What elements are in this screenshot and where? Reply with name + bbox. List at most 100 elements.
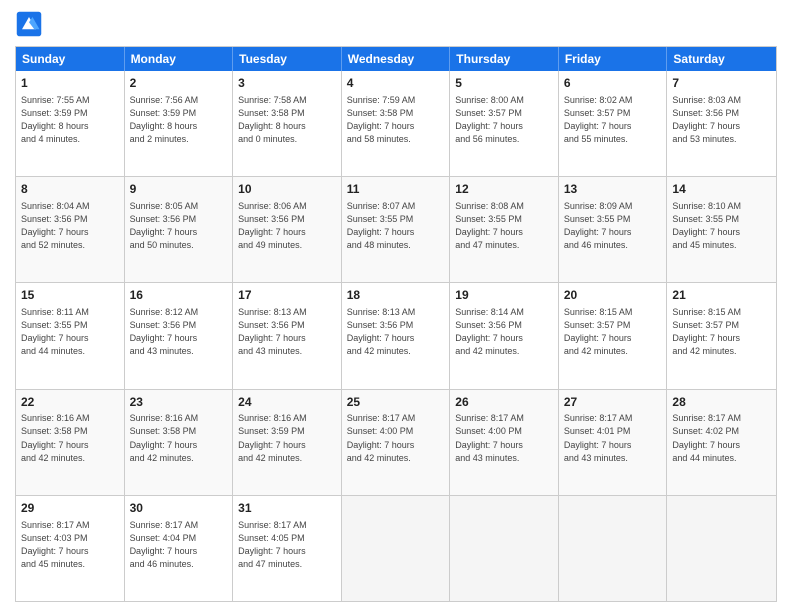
day-number: 23 [130, 394, 228, 411]
day-number: 2 [130, 75, 228, 92]
day-number: 29 [21, 500, 119, 517]
day-number: 25 [347, 394, 445, 411]
calendar-cell: 12 Sunrise: 8:08 AMSunset: 3:55 PMDayligh… [450, 177, 559, 282]
day-number: 18 [347, 287, 445, 304]
calendar-cell [667, 496, 776, 601]
calendar-cell: 22Sunrise: 8:16 AMSunset: 3:58 PMDayligh… [16, 390, 125, 495]
day-number: 17 [238, 287, 336, 304]
day-info: Sunrise: 8:16 AMSunset: 3:59 PMDaylight:… [238, 412, 336, 464]
day-info: Sunrise: 8:04 AMSunset: 3:56 PMDaylight:… [21, 200, 119, 252]
calendar-row-1: 1 Sunrise: 7:55 AMSunset: 3:59 PMDaylight… [16, 71, 776, 176]
day-info: Sunrise: 8:17 AMSunset: 4:02 PMDaylight:… [672, 412, 771, 464]
day-info: Sunrise: 8:08 AMSunset: 3:55 PMDaylight:… [455, 200, 553, 252]
calendar-cell: 3Sunrise: 7:58 AMSunset: 3:58 PMDaylight… [233, 71, 342, 176]
day-number: 28 [672, 394, 771, 411]
calendar: SundayMondayTuesdayWednesdayThursdayFrid… [15, 46, 777, 602]
day-number: 19 [455, 287, 553, 304]
day-info: Sunrise: 8:03 AMSunset: 3:56 PMDaylight:… [672, 94, 771, 146]
day-number: 8 [21, 181, 119, 198]
header [15, 10, 777, 38]
calendar-cell: 17Sunrise: 8:13 AMSunset: 3:56 PMDayligh… [233, 283, 342, 388]
calendar-cell: 30 Sunrise: 8:17 AMSunset: 4:04 PMDayligh… [125, 496, 234, 601]
header-day-wednesday: Wednesday [342, 47, 451, 71]
day-number: 31 [238, 500, 336, 517]
day-info: Sunrise: 7:55 AMSunset: 3:59 PMDaylight:… [21, 94, 119, 146]
header-day-friday: Friday [559, 47, 668, 71]
day-info: Sunrise: 8:17 AMSunset: 4:00 PMDaylight:… [347, 412, 445, 464]
header-day-sunday: Sunday [16, 47, 125, 71]
calendar-cell: 9 Sunrise: 8:05 AMSunset: 3:56 PMDaylight… [125, 177, 234, 282]
day-info: Sunrise: 8:15 AMSunset: 3:57 PMDaylight:… [564, 306, 662, 358]
calendar-cell: 27Sunrise: 8:17 AMSunset: 4:01 PMDayligh… [559, 390, 668, 495]
day-info: Sunrise: 8:15 AMSunset: 3:57 PMDaylight:… [672, 306, 771, 358]
day-number: 6 [564, 75, 662, 92]
day-info: Sunrise: 8:02 AMSunset: 3:57 PMDaylight:… [564, 94, 662, 146]
calendar-cell: 25Sunrise: 8:17 AMSunset: 4:00 PMDayligh… [342, 390, 451, 495]
day-number: 24 [238, 394, 336, 411]
calendar-cell: 1 Sunrise: 7:55 AMSunset: 3:59 PMDaylight… [16, 71, 125, 176]
logo [15, 10, 47, 38]
calendar-cell: 6 Sunrise: 8:02 AMSunset: 3:57 PMDaylight… [559, 71, 668, 176]
day-info: Sunrise: 8:14 AMSunset: 3:56 PMDaylight:… [455, 306, 553, 358]
day-number: 22 [21, 394, 119, 411]
calendar-cell: 7 Sunrise: 8:03 AMSunset: 3:56 PMDaylight… [667, 71, 776, 176]
calendar-row-3: 15 Sunrise: 8:11 AMSunset: 3:55 PMDayligh… [16, 282, 776, 388]
day-number: 30 [130, 500, 228, 517]
calendar-cell: 19 Sunrise: 8:14 AMSunset: 3:56 PMDayligh… [450, 283, 559, 388]
day-number: 11 [347, 181, 445, 198]
logo-icon [15, 10, 43, 38]
calendar-body: 1 Sunrise: 7:55 AMSunset: 3:59 PMDaylight… [16, 71, 776, 601]
calendar-cell [559, 496, 668, 601]
day-info: Sunrise: 8:06 AMSunset: 3:56 PMDaylight:… [238, 200, 336, 252]
day-number: 1 [21, 75, 119, 92]
calendar-header: SundayMondayTuesdayWednesdayThursdayFrid… [16, 47, 776, 71]
calendar-cell: 29 Sunrise: 8:17 AMSunset: 4:03 PMDayligh… [16, 496, 125, 601]
header-day-thursday: Thursday [450, 47, 559, 71]
day-number: 9 [130, 181, 228, 198]
calendar-cell: 16Sunrise: 8:12 AMSunset: 3:56 PMDayligh… [125, 283, 234, 388]
day-number: 26 [455, 394, 553, 411]
calendar-cell: 2 Sunrise: 7:56 AMSunset: 3:59 PMDaylight… [125, 71, 234, 176]
calendar-cell: 15 Sunrise: 8:11 AMSunset: 3:55 PMDayligh… [16, 283, 125, 388]
calendar-cell: 21 Sunrise: 8:15 AMSunset: 3:57 PMDayligh… [667, 283, 776, 388]
calendar-cell: 20Sunrise: 8:15 AMSunset: 3:57 PMDayligh… [559, 283, 668, 388]
day-number: 21 [672, 287, 771, 304]
header-day-saturday: Saturday [667, 47, 776, 71]
day-number: 15 [21, 287, 119, 304]
calendar-cell: 14 Sunrise: 8:10 AMSunset: 3:55 PMDayligh… [667, 177, 776, 282]
day-info: Sunrise: 8:10 AMSunset: 3:55 PMDaylight:… [672, 200, 771, 252]
calendar-cell: 10 Sunrise: 8:06 AMSunset: 3:56 PMDayligh… [233, 177, 342, 282]
day-info: Sunrise: 8:17 AMSunset: 4:03 PMDaylight:… [21, 519, 119, 571]
calendar-cell: 18Sunrise: 8:13 AMSunset: 3:56 PMDayligh… [342, 283, 451, 388]
day-info: Sunrise: 8:12 AMSunset: 3:56 PMDaylight:… [130, 306, 228, 358]
calendar-cell: 24Sunrise: 8:16 AMSunset: 3:59 PMDayligh… [233, 390, 342, 495]
header-day-tuesday: Tuesday [233, 47, 342, 71]
day-number: 12 [455, 181, 553, 198]
day-info: Sunrise: 7:56 AMSunset: 3:59 PMDaylight:… [130, 94, 228, 146]
calendar-cell: 8 Sunrise: 8:04 AMSunset: 3:56 PMDaylight… [16, 177, 125, 282]
day-number: 7 [672, 75, 771, 92]
day-info: Sunrise: 7:59 AMSunset: 3:58 PMDaylight:… [347, 94, 445, 146]
day-number: 10 [238, 181, 336, 198]
calendar-row-5: 29 Sunrise: 8:17 AMSunset: 4:03 PMDayligh… [16, 495, 776, 601]
day-number: 3 [238, 75, 336, 92]
day-number: 14 [672, 181, 771, 198]
day-info: Sunrise: 8:17 AMSunset: 4:05 PMDaylight:… [238, 519, 336, 571]
day-info: Sunrise: 8:17 AMSunset: 4:04 PMDaylight:… [130, 519, 228, 571]
day-info: Sunrise: 8:17 AMSunset: 4:00 PMDaylight:… [455, 412, 553, 464]
day-info: Sunrise: 8:16 AMSunset: 3:58 PMDaylight:… [21, 412, 119, 464]
day-info: Sunrise: 8:16 AMSunset: 3:58 PMDaylight:… [130, 412, 228, 464]
page: SundayMondayTuesdayWednesdayThursdayFrid… [0, 0, 792, 612]
day-info: Sunrise: 8:11 AMSunset: 3:55 PMDaylight:… [21, 306, 119, 358]
calendar-cell: 23Sunrise: 8:16 AMSunset: 3:58 PMDayligh… [125, 390, 234, 495]
day-info: Sunrise: 8:17 AMSunset: 4:01 PMDaylight:… [564, 412, 662, 464]
day-info: Sunrise: 8:09 AMSunset: 3:55 PMDaylight:… [564, 200, 662, 252]
calendar-cell [342, 496, 451, 601]
day-number: 4 [347, 75, 445, 92]
calendar-row-2: 8 Sunrise: 8:04 AMSunset: 3:56 PMDaylight… [16, 176, 776, 282]
day-number: 27 [564, 394, 662, 411]
calendar-cell: 11Sunrise: 8:07 AMSunset: 3:55 PMDayligh… [342, 177, 451, 282]
day-info: Sunrise: 8:05 AMSunset: 3:56 PMDaylight:… [130, 200, 228, 252]
calendar-cell: 26Sunrise: 8:17 AMSunset: 4:00 PMDayligh… [450, 390, 559, 495]
calendar-cell [450, 496, 559, 601]
